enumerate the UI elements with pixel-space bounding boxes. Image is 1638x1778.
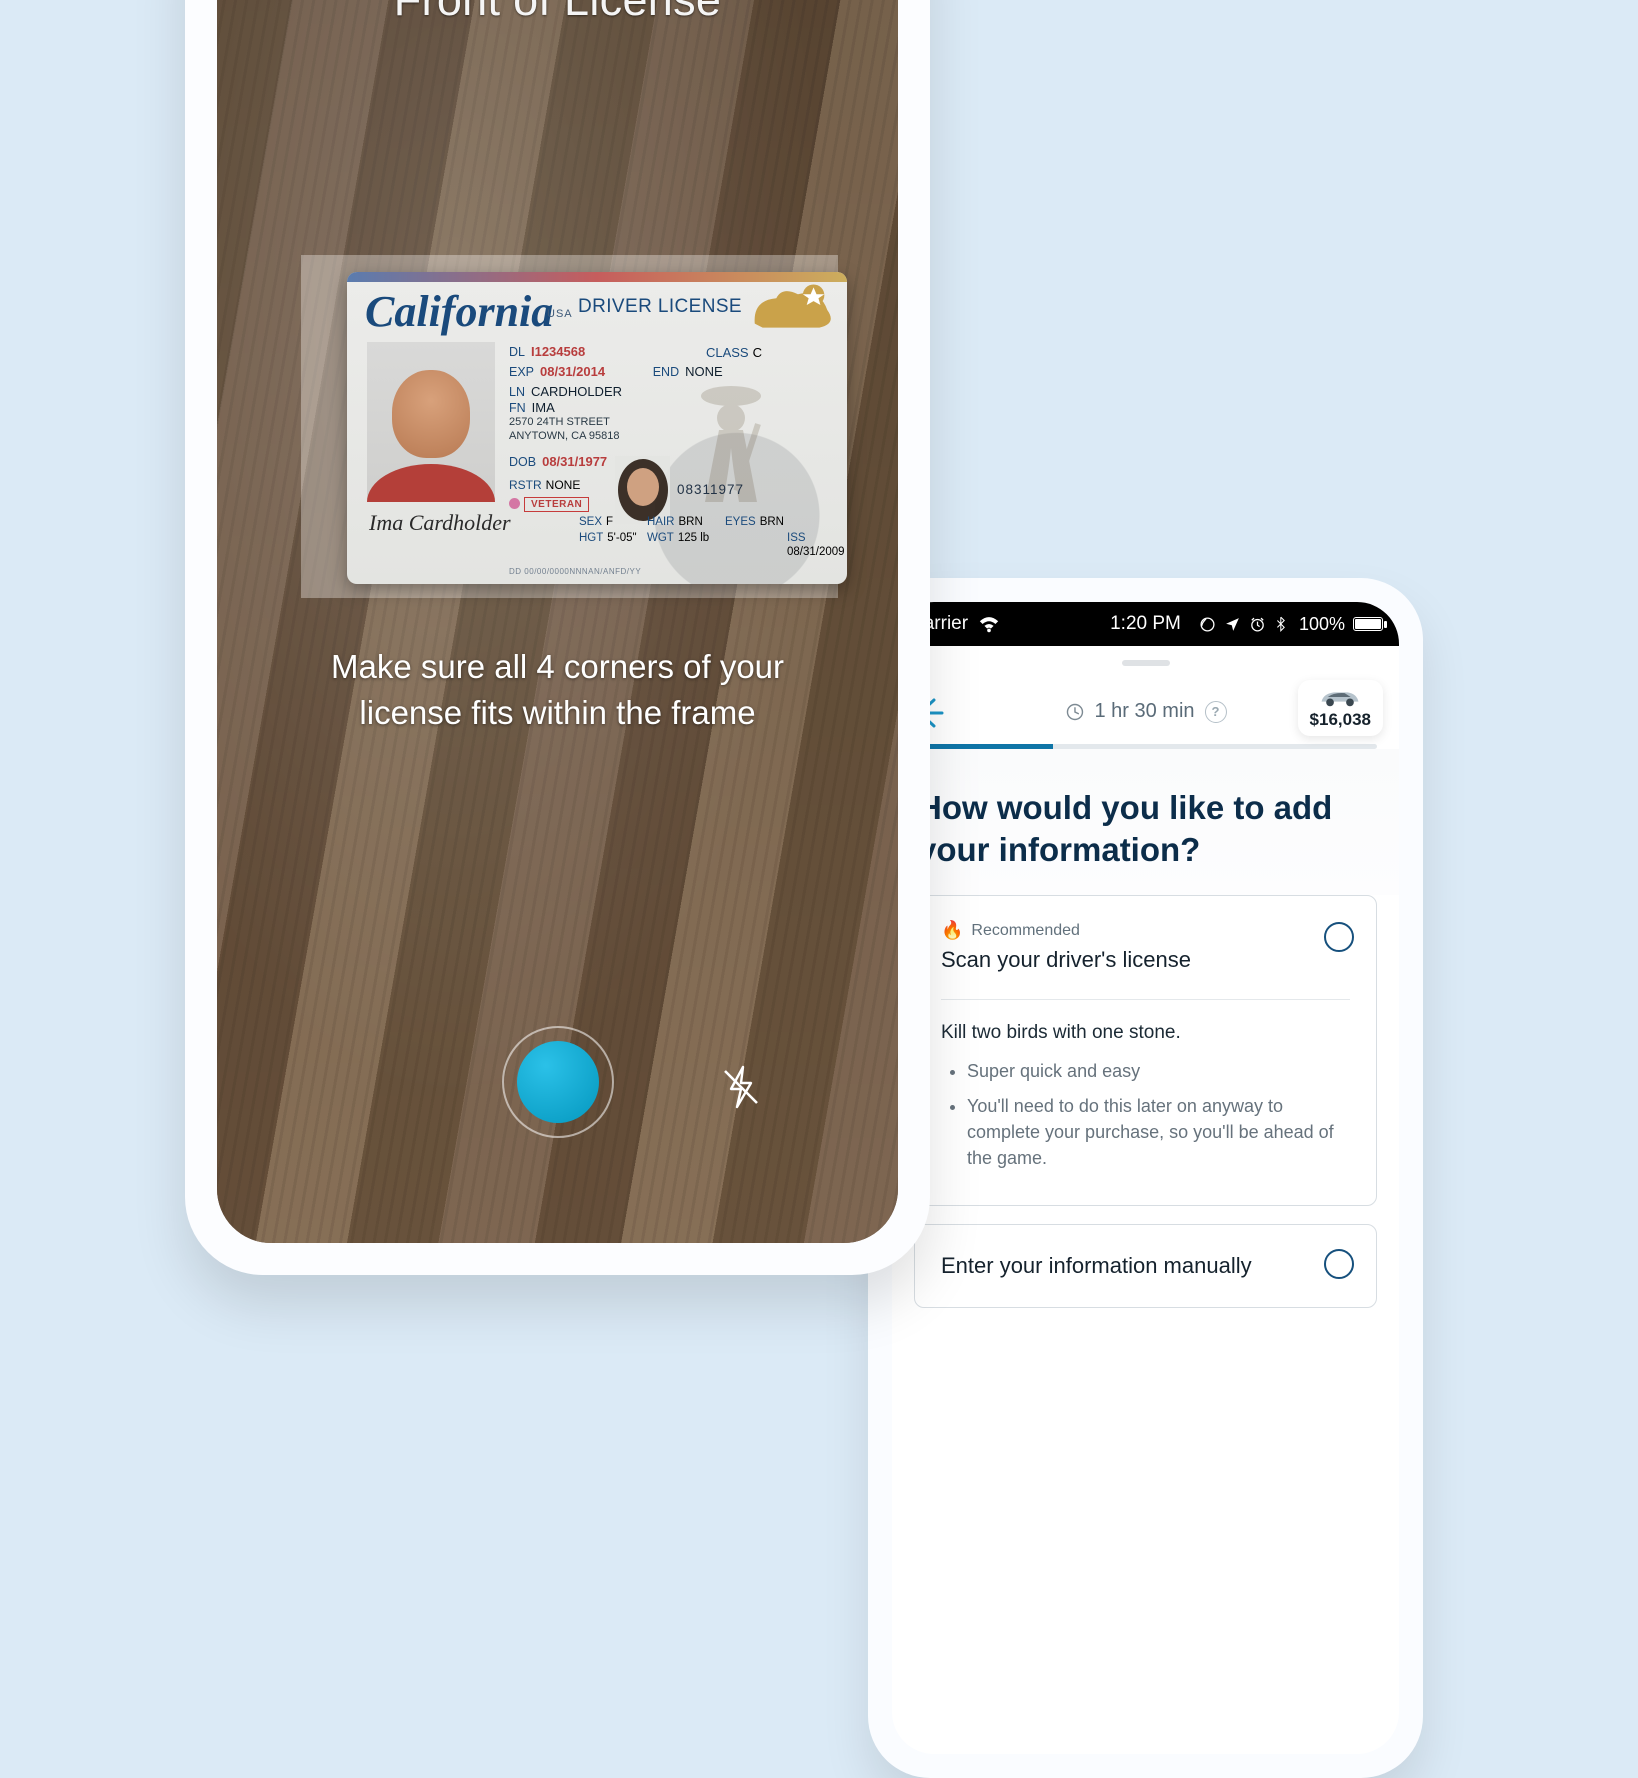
progress-fill xyxy=(914,744,1053,749)
battery-pct: 100% xyxy=(1299,614,1345,635)
fire-icon: 🔥 xyxy=(941,920,963,941)
license-rstr: RSTRNONE xyxy=(509,478,580,492)
phone-form-screen: Carrier 1:20 PM 100% 1 hr xyxy=(892,602,1399,1754)
prompt-heading: How would you like to add your informati… xyxy=(918,787,1373,871)
car-icon xyxy=(1317,686,1363,708)
option-scan-bullets: Super quick and easy You'll need to do t… xyxy=(941,1058,1350,1170)
nav-area: 1 hr 30 min ? $16,038 xyxy=(892,646,1399,749)
license-iss-val: 08/31/2009 xyxy=(787,546,845,558)
drivers-license-card: California USA DRIVER LICENSE DLI1234568… xyxy=(347,272,847,584)
license-title: DRIVER LICENSE xyxy=(578,296,742,318)
option-scan-bullet-2: You'll need to do this later on anyway t… xyxy=(967,1093,1350,1171)
recommended-label: Recommended xyxy=(971,922,1080,940)
sheet-grabber[interactable] xyxy=(1122,660,1170,666)
status-bar: Carrier 1:20 PM 100% xyxy=(892,602,1399,646)
alarm-icon xyxy=(1249,616,1266,633)
license-eyes: EYESBRN xyxy=(725,516,784,528)
license-wgt: WGT125 lb xyxy=(647,532,709,544)
clock-icon xyxy=(1064,702,1084,722)
price-amount: $16,038 xyxy=(1310,710,1371,730)
battery-icon xyxy=(1353,617,1383,631)
options-list: 🔥 Recommended Scan your driver's license… xyxy=(892,895,1399,1307)
license-hgt: HGT5'-05" xyxy=(579,532,637,544)
option-scan-lead: Kill two birds with one stone. xyxy=(941,1022,1350,1044)
flash-off-icon xyxy=(717,1063,765,1111)
license-usa: USA xyxy=(547,308,573,320)
option-scan-bullet-1: Super quick and easy xyxy=(967,1058,1350,1084)
license-hair: HAIRBRN xyxy=(647,516,703,528)
price-pill[interactable]: $16,038 xyxy=(1298,680,1383,736)
wifi-icon xyxy=(978,613,1000,635)
recommended-badge: 🔥 Recommended xyxy=(941,920,1350,941)
duration-indicator: 1 hr 30 min ? xyxy=(1064,700,1226,723)
location-icon xyxy=(1224,616,1241,633)
option-manual-radio[interactable] xyxy=(1324,1249,1354,1279)
option-scan-card[interactable]: 🔥 Recommended Scan your driver's license… xyxy=(914,895,1377,1205)
license-photo xyxy=(367,342,495,502)
duration-label: 1 hr 30 min xyxy=(1094,700,1194,723)
phone-scan-screen: Front of License California USA DRIVER L… xyxy=(217,0,898,1243)
license-dob-row: DOB08/31/1977 xyxy=(509,454,607,469)
progress-bar xyxy=(914,744,1377,749)
license-iss: ISS xyxy=(787,532,810,544)
donor-dot-icon xyxy=(509,498,520,509)
license-barcode-text: 08311977 xyxy=(677,482,744,497)
bluetooth-icon xyxy=(1274,616,1291,633)
scan-instruction: Make sure all 4 corners of your license … xyxy=(292,644,823,736)
flash-toggle-button[interactable] xyxy=(713,1059,769,1115)
phone-form-mockup: Carrier 1:20 PM 100% 1 hr xyxy=(868,578,1423,1778)
license-ln-row: LNCARDHOLDER xyxy=(509,384,622,399)
license-dd: DD 00/00/0000NNNAN/ANFD/YY xyxy=(509,567,641,576)
license-state: California xyxy=(365,286,553,337)
option-divider xyxy=(941,999,1350,1000)
license-fn-row: FNIMA xyxy=(509,400,555,415)
shutter-inner xyxy=(517,1041,599,1123)
option-manual-title: Enter your information manually xyxy=(941,1253,1350,1279)
status-time: 1:20 PM xyxy=(1110,613,1181,635)
shutter-button[interactable] xyxy=(502,1026,614,1138)
prompt-section: How would you like to add your informati… xyxy=(892,749,1399,895)
phone-scan-mockup: Front of License California USA DRIVER L… xyxy=(185,0,930,1275)
dnd-icon xyxy=(1199,616,1216,633)
scan-title: Front of License xyxy=(217,0,898,26)
license-veteran-badge: VETERAN xyxy=(524,497,589,512)
license-addr1: 2570 24TH STREET xyxy=(509,416,610,428)
license-exp-row: EXP08/31/2014 ENDNONE xyxy=(509,364,723,379)
license-class: CLASSC xyxy=(706,345,762,360)
option-manual-card[interactable]: Enter your information manually xyxy=(914,1224,1377,1308)
help-button[interactable]: ? xyxy=(1205,701,1227,723)
license-addr2: ANYTOWN, CA 95818 xyxy=(509,430,619,442)
license-sex: SEXF xyxy=(579,516,613,528)
license-ghost-photo xyxy=(615,456,670,524)
option-scan-title: Scan your driver's license xyxy=(941,947,1350,973)
license-dl-row: DLI1234568 xyxy=(509,344,585,359)
license-signature: Ima Cardholder xyxy=(369,510,511,536)
bear-icon xyxy=(743,280,841,336)
